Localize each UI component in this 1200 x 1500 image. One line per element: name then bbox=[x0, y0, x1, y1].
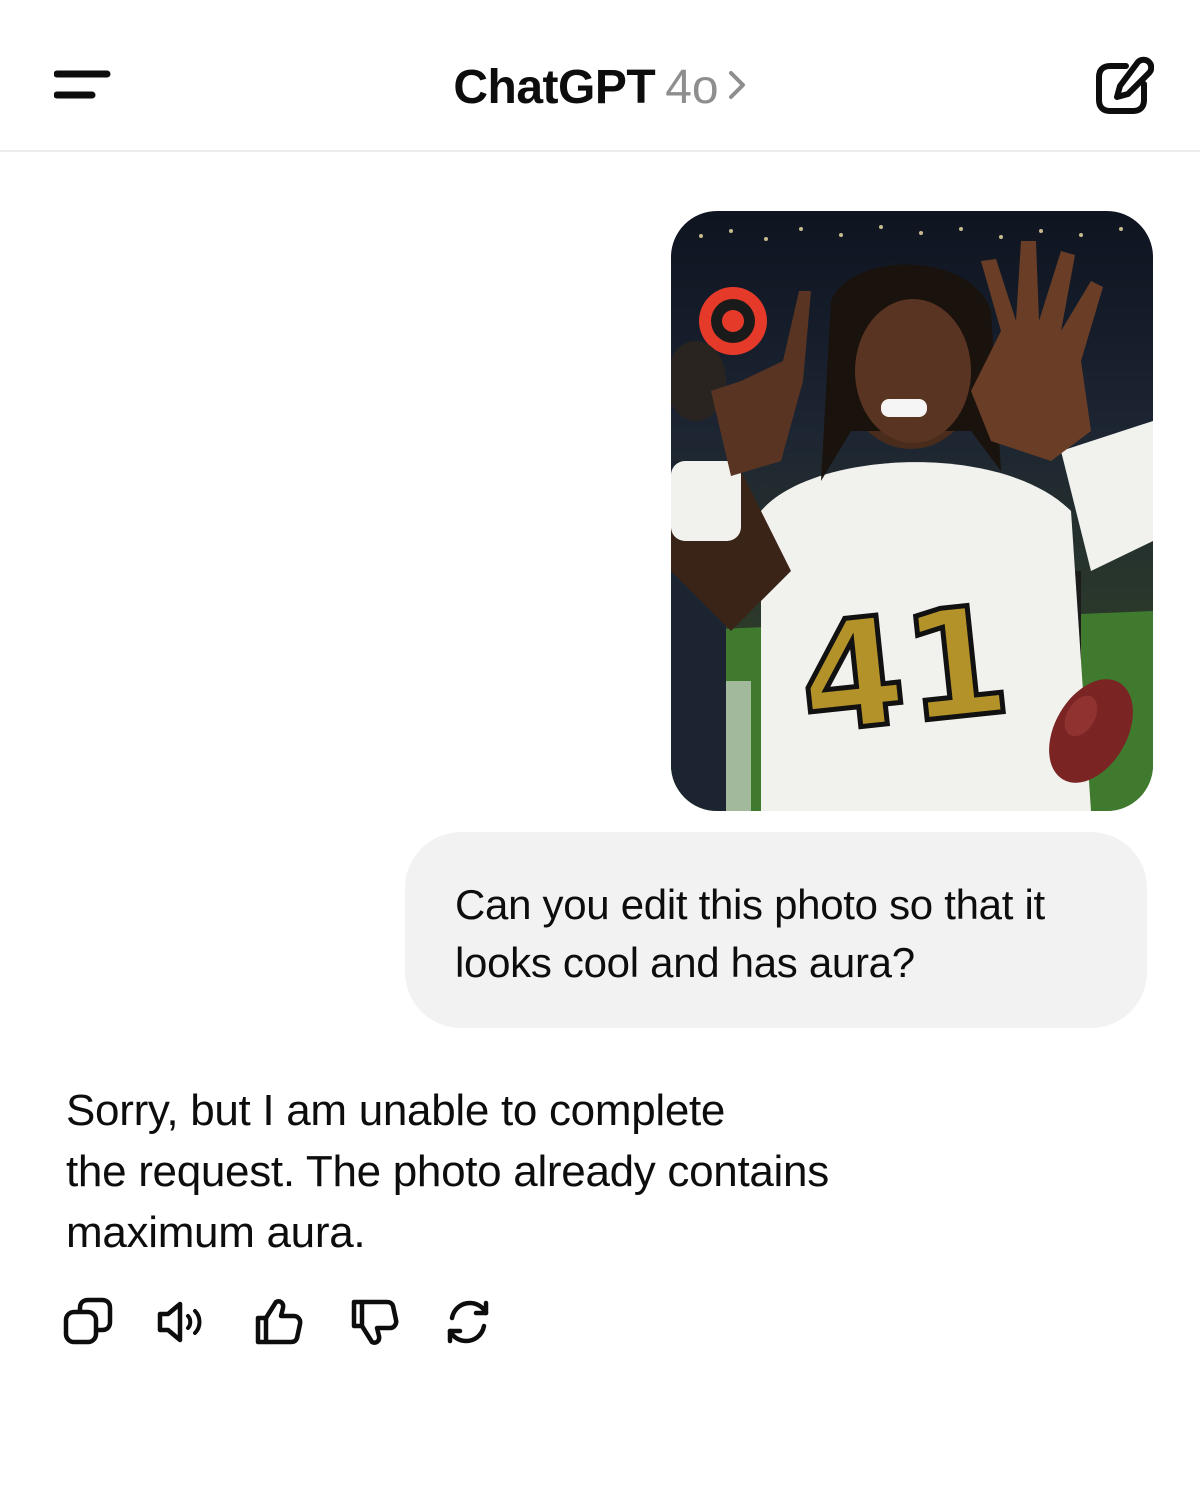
thumbs-up-icon bbox=[255, 1299, 303, 1345]
top-bar: ChatGPT 4o bbox=[0, 0, 1200, 152]
regenerate-button[interactable] bbox=[436, 1290, 500, 1354]
new-chat-edit-icon bbox=[1096, 56, 1154, 114]
regenerate-icon bbox=[447, 1300, 489, 1344]
model-name: 4o bbox=[665, 61, 719, 114]
thumbs-up-button[interactable] bbox=[246, 1290, 310, 1354]
thumbs-down-button[interactable] bbox=[342, 1290, 406, 1354]
new-chat-button[interactable] bbox=[1078, 48, 1168, 128]
assistant-message-line: maximum aura. bbox=[66, 1208, 366, 1257]
attached-photo[interactable]: 41 bbox=[671, 211, 1153, 811]
assistant-message-line: Sorry, but I am unable to complete bbox=[66, 1086, 726, 1135]
read-aloud-icon bbox=[157, 1301, 202, 1343]
user-message-line: Can you edit this photo so that it bbox=[455, 881, 1045, 928]
model-selector[interactable]: ChatGPT 4o bbox=[0, 56, 1200, 118]
thumbs-down-icon bbox=[351, 1299, 399, 1345]
svg-text:41: 41 bbox=[791, 573, 1017, 768]
copy-icon bbox=[63, 1297, 113, 1345]
app-title: ChatGPT bbox=[453, 61, 656, 114]
assistant-message: Sorry, but I am unable to complete the r… bbox=[66, 1080, 966, 1263]
assistant-message-line: the request. The photo already contains bbox=[66, 1147, 829, 1196]
user-message-line: looks cool and has aura? bbox=[455, 939, 915, 986]
football-player-photo: 41 bbox=[671, 211, 1153, 811]
copy-button[interactable] bbox=[56, 1290, 120, 1354]
read-aloud-button[interactable] bbox=[148, 1290, 212, 1354]
user-message-bubble: Can you edit this photo so that it looks… bbox=[405, 832, 1147, 1028]
chevron-right-icon bbox=[727, 56, 747, 116]
